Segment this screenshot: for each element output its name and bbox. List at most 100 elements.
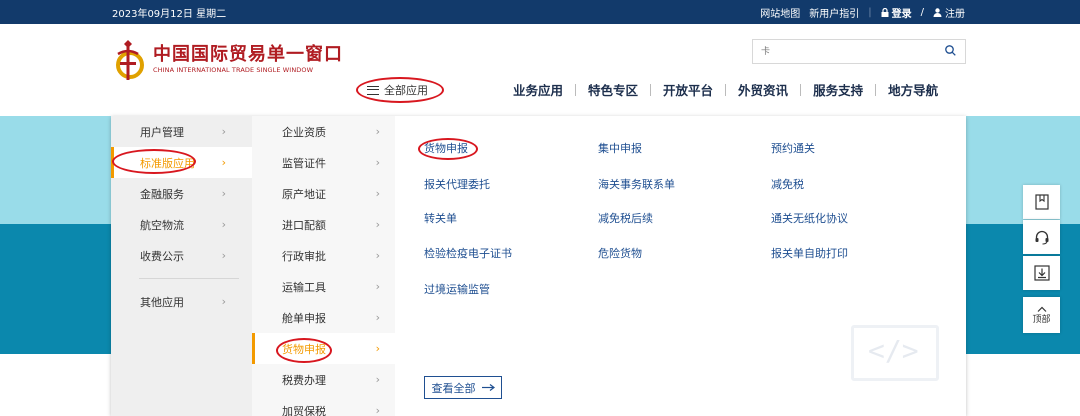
category-fee-disclosure[interactable]: 收费公示 › [111,240,252,271]
chevron-right-icon: › [221,218,226,231]
chevron-right-icon: › [375,156,380,169]
guide-link[interactable]: 新用户指引 [809,5,859,20]
subcategory-administrative-approval[interactable]: 行政审批 › [252,240,395,271]
all-apps-button[interactable]: 全部应用 [361,79,434,101]
nav-featured-zone[interactable]: 特色专区 [587,80,639,99]
subcategory-label: 进口配额 [282,218,326,232]
chevron-right-icon: › [375,311,380,324]
category-financial-services[interactable]: 金融服务 › [111,178,252,209]
chevron-right-icon: › [221,187,226,200]
nav-local-navigation[interactable]: 地方导航 [887,80,939,99]
category-label: 其他应用 [140,295,184,309]
category-label: 金融服务 [140,187,184,201]
headset-icon [1035,230,1048,245]
subcategory-enterprise-qualification[interactable]: 企业资质 › [252,116,395,147]
subcategory-label: 加贸保税 [282,404,326,416]
arrow-right-icon [481,384,495,391]
chevron-right-icon: › [375,342,380,355]
app-link-customs-agent-entrustment[interactable]: 报关代理委托 [424,176,490,192]
main-nav: 业务应用 特色专区 开放平台 外贸资讯 服务支持 地方导航 [512,80,939,99]
subcategory-column: 企业资质 › 监管证件 › 原产地证 › 进口配额 › 行政审批 › 运输工具 › 舱单申报… [252,116,395,416]
app-link-transit-supervision[interactable]: 过境运输监管 [424,281,490,297]
chevron-right-icon: › [375,218,380,231]
manual-button[interactable] [1023,185,1060,219]
back-to-top-label: 顶部 [1032,314,1051,325]
nav-business-apps[interactable]: 业务应用 [512,80,564,99]
customer-service-button[interactable] [1023,220,1060,254]
category-other-apps[interactable]: 其他应用 › [111,286,252,317]
all-apps-label: 全部应用 [384,84,428,97]
download-button[interactable] [1023,256,1060,290]
logo-icon [116,40,144,80]
back-to-top-button[interactable]: 顶部 [1023,297,1060,333]
app-link-customs-affairs-contact[interactable]: 海关事务联系单 [598,176,675,192]
app-link-transit-form[interactable]: 转关单 [424,210,457,226]
category-standard-apps[interactable]: 标准版应用 › [111,147,252,178]
subcategory-label: 原产地证 [282,187,326,201]
search-input[interactable] [753,40,933,62]
logo-title-cn[interactable]: 中国国际贸易单一窗口 [153,40,343,66]
login-label: 登录 [891,9,912,20]
subcategory-label: 税费办理 [282,373,326,387]
chevron-right-icon: › [375,280,380,293]
app-link-centralized-declaration[interactable]: 集中申报 [598,140,642,156]
subcategory-processing-trade-bonded[interactable]: 加贸保税 › [252,395,395,416]
subcategory-label: 运输工具 [282,280,326,294]
app-link-appointment-clearance[interactable]: 预约通关 [771,140,815,156]
lock-icon [881,8,889,17]
chevron-right-icon: › [375,249,380,262]
app-link-inspection-e-certificate[interactable]: 检验检疫电子证书 [424,245,512,261]
subcategory-label: 企业资质 [282,125,326,139]
slash-divider: / [920,7,924,18]
subcategory-regulatory-certificates[interactable]: 监管证件 › [252,147,395,178]
nav-divider [575,83,577,96]
app-link-paperless-agreement[interactable]: 通关无纸化协议 [771,210,848,226]
nav-open-platform[interactable]: 开放平台 [662,80,714,99]
app-link-dangerous-goods[interactable]: 危险货物 [598,245,642,261]
subcategory-transport-vehicles[interactable]: 运输工具 › [252,271,395,302]
subcategory-tax-payment[interactable]: 税费办理 › [252,364,395,395]
sitemap-link[interactable]: 网站地图 [760,5,800,20]
register-link[interactable]: 注册 [933,5,965,20]
app-link-tax-exemption[interactable]: 减免税 [771,176,804,192]
category-label: 标准版应用 [140,156,195,170]
chevron-right-icon: › [375,187,380,200]
subcategory-label: 货物申报 [282,342,326,356]
divider [139,278,239,279]
subcategory-label: 舱单申报 [282,311,326,325]
search-box[interactable] [752,39,966,64]
view-all-label: 查看全部 [431,381,476,395]
download-icon [1033,265,1050,281]
nav-divider [875,83,877,96]
subcategory-certificate-of-origin[interactable]: 原产地证 › [252,178,395,209]
divider: | [868,7,872,18]
apps-dropdown-menu: 用户管理 › 标准版应用 › 金融服务 › 航空物流 › 收费公示 › 其他应用 › 企业资… [111,116,966,416]
search-icon[interactable] [945,45,956,56]
login-link[interactable]: 登录 [881,5,912,20]
category-column: 用户管理 › 标准版应用 › 金融服务 › 航空物流 › 收费公示 › 其他应用 › [111,116,252,416]
code-glyph: </> [868,334,919,367]
subcategory-import-quota[interactable]: 进口配额 › [252,209,395,240]
subcategory-manifest-declaration[interactable]: 舱单申报 › [252,302,395,333]
app-link-tax-exemption-followup[interactable]: 减免税后续 [598,210,653,226]
nav-divider [725,83,727,96]
current-date: 2023年09月12日 星期二 [112,9,227,20]
user-icon [933,8,942,17]
nav-trade-news[interactable]: 外贸资讯 [737,80,789,99]
register-label: 注册 [945,9,965,20]
app-link-self-service-print[interactable]: 报关单自助打印 [771,245,848,261]
book-icon [1034,194,1049,210]
nav-divider [650,83,652,96]
app-links-panel: 货物申报 集中申报 预约通关 报关代理委托 海关事务联系单 减免税 转关单 减免… [395,116,966,416]
chevron-right-icon: › [221,156,226,169]
subcategory-label: 行政审批 [282,249,326,263]
view-all-button[interactable]: 查看全部 [424,376,502,399]
category-label: 用户管理 [140,125,184,139]
nav-service-support[interactable]: 服务支持 [812,80,864,99]
category-user-management[interactable]: 用户管理 › [111,116,252,147]
nav-divider [800,83,802,96]
subcategory-goods-declaration[interactable]: 货物申报 › [252,333,395,364]
category-air-logistics[interactable]: 航空物流 › [111,209,252,240]
subcategory-label: 监管证件 [282,156,326,170]
app-link-goods-declaration[interactable]: 货物申报 [424,140,468,156]
